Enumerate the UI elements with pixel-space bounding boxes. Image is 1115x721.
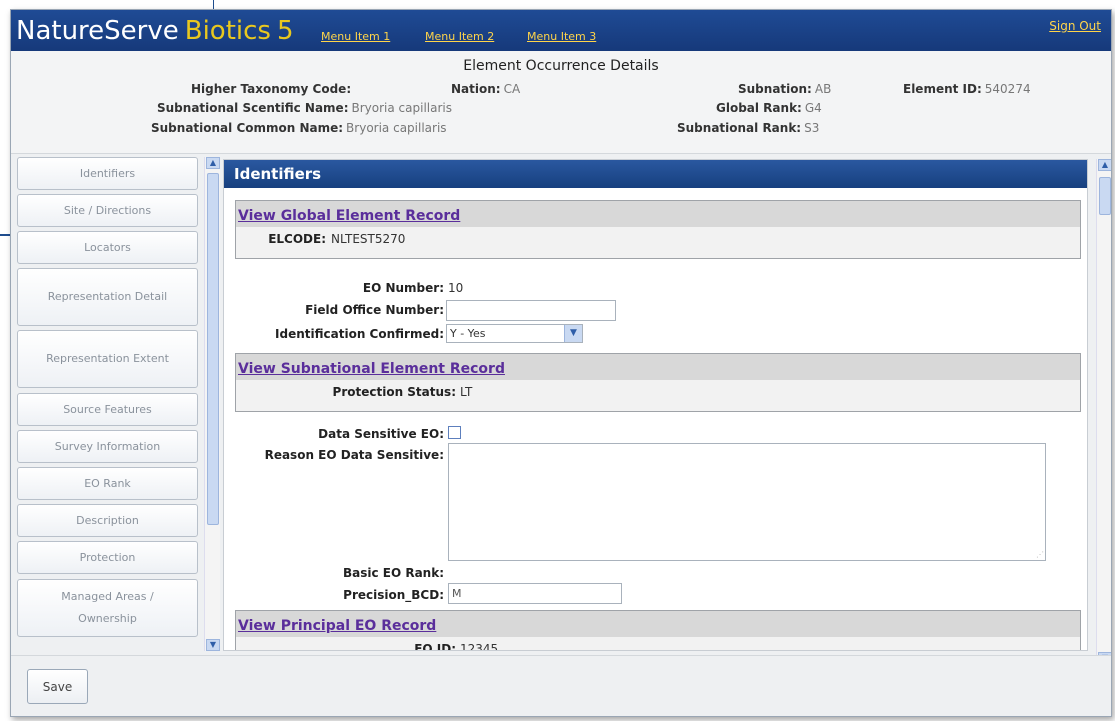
save-button[interactable]: Save [27,669,88,704]
nav-item-source-features[interactable]: Source Features [17,393,198,426]
scroll-down-icon[interactable]: ▼ [206,639,220,651]
menu-item-3[interactable]: Menu Item 3 [527,30,596,43]
chevron-down-icon[interactable]: ▼ [564,325,582,342]
subnational-rank-value: S3 [804,121,820,135]
data-sensitive-eo-checkbox[interactable] [448,426,461,439]
basic-eo-rank-label: Basic EO Rank: [342,566,444,580]
subnation-label: Subnation: [738,82,812,96]
global-rank-value: G4 [804,101,822,115]
field-office-number-label: Field Office Number: [305,303,444,317]
protection-status-label: Protection Status: [332,385,456,399]
reason-eo-data-sensitive-label: Reason EO Data Sensitive: [264,448,444,462]
higher-taxonomy-code: Higher Taxonomy Code: [191,82,354,96]
subnational-element-panel: View Subnational Element Record Protecti… [235,353,1081,412]
identification-confirmed-select[interactable]: Y - Yes ▼ [446,324,583,343]
section-title: Identifiers [224,160,1087,188]
subnational-scientific-name: Subnational Scentific Name: Bryoria capil… [157,101,452,115]
nav-item-managed-areas-ownership[interactable]: Managed Areas / Ownership [17,579,198,637]
reason-eo-data-sensitive-textarea[interactable] [448,443,1046,561]
nation: Nation: CA [451,82,520,96]
nav-item-survey-information[interactable]: Survey Information [17,430,198,463]
details-title: Element Occurrence Details [463,58,659,74]
brand-name: NatureServe [16,16,179,46]
higher-taxonomy-code-label: Higher Taxonomy Code: [191,82,352,96]
nav-item-representation-detail[interactable]: Representation Detail [17,268,198,326]
elcode-label: ELCODE: [268,232,326,246]
nav-item-description[interactable]: Description [17,504,198,537]
nav-scrollbar[interactable]: ▲ ▼ [204,157,220,651]
nav-item-site-directions[interactable]: Site / Directions [17,194,198,227]
global-element-panel: View Global Element Record ELCODE: NLTES… [235,200,1081,259]
element-id-value: 540274 [984,82,1031,96]
nav-item-representation-extent[interactable]: Representation Extent [17,330,198,388]
global-rank-label: Global Rank: [716,101,802,115]
scroll-thumb[interactable] [207,173,219,525]
brand-version: 5 [276,16,294,46]
menu-item-2[interactable]: Menu Item 2 [425,30,494,43]
app-logo: NatureServe Biotics 5 [16,16,294,46]
element-id: Element ID: 540274 [903,82,1031,96]
nation-value: CA [503,82,521,96]
precision-bcd-input[interactable] [448,583,622,604]
eo-number-value: 10 [448,281,464,295]
nav-item-eo-rank[interactable]: EO Rank [17,467,198,500]
menu-item-1[interactable]: Menu Item 1 [321,30,390,43]
common-name-value: Bryoria capillaris [346,121,447,135]
top-bar: NatureServe Biotics 5 Menu Item 1 Menu Ite… [11,10,1111,51]
subnational-common-name: Subnational Common Name: Bryoria capillar… [151,121,447,135]
element-occurrence-details: Element Occurrence Details Higher Taxono… [11,51,1111,154]
elcode-value: NLTEST5270 [331,232,406,246]
eo-id-label: EO ID: [414,642,456,651]
scientific-name-label: Subnational Scentific Name: [157,101,349,115]
identification-confirmed-value: Y - Yes [450,327,486,340]
scroll-up-icon[interactable]: ▲ [1098,159,1111,171]
element-id-label: Element ID: [903,82,982,96]
subnation-value: AB [814,82,832,96]
nation-label: Nation: [451,82,501,96]
scientific-name-value: Bryoria capillaris [351,101,453,115]
field-office-number-input[interactable] [446,300,616,321]
scroll-thumb[interactable] [1099,177,1111,215]
precision-bcd-label: Precision_BCD: [343,588,444,602]
data-sensitive-eo-label: Data Sensitive EO: [318,427,444,441]
identifiers-form: Identifiers View Global Element Record E… [223,159,1088,651]
section-nav: Identifiers Site / Directions Locators R… [17,157,198,657]
nav-item-identifiers[interactable]: Identifiers [17,157,198,190]
nav-item-protection[interactable]: Protection [17,541,198,574]
content-scrollbar[interactable]: ▲ ▼ [1096,159,1111,664]
protection-status-value: LT [460,385,473,399]
footer-bar: Save [11,655,1111,716]
eo-id-value: 12345 [460,642,499,651]
subnation: Subnation: AB [738,82,831,96]
global-rank: Global Rank: G4 [716,101,822,115]
identification-confirmed-label: Identification Confirmed: [275,327,444,341]
subnational-rank: Subnational Rank: S3 [677,121,819,135]
sign-out-link[interactable]: Sign Out [1049,19,1101,33]
subnational-rank-label: Subnational Rank: [677,121,802,135]
view-principal-eo-record-link[interactable]: View Principal EO Record [238,618,436,634]
scroll-up-icon[interactable]: ▲ [206,157,220,169]
brand-product: Biotics [184,16,271,46]
eo-number-label: EO Number: [362,281,444,295]
resize-grip-icon[interactable]: ⋰ [1036,550,1044,559]
nav-item-locators[interactable]: Locators [17,231,198,264]
common-name-label: Subnational Common Name: [151,121,344,135]
app-window: NatureServe Biotics 5 Menu Item 1 Menu Ite… [10,9,1112,717]
view-global-element-record-link[interactable]: View Global Element Record [238,208,460,224]
principal-eo-panel: View Principal EO Record EO ID: 12345 [235,610,1081,651]
view-subnational-element-record-link[interactable]: View Subnational Element Record [238,361,505,377]
